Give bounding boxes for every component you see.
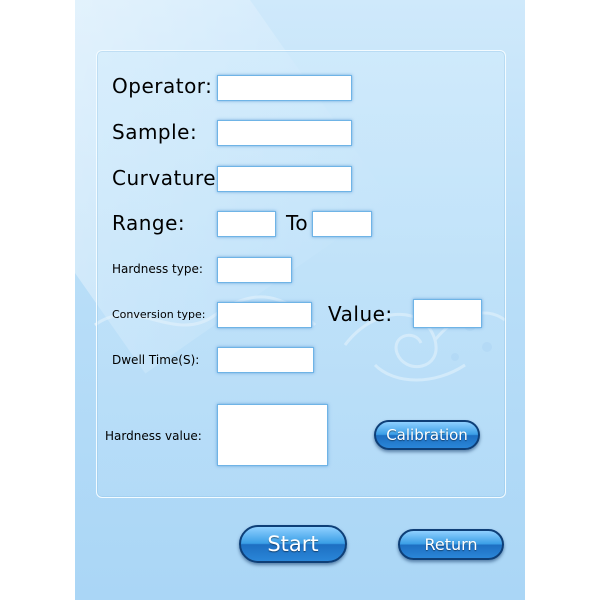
value-field[interactable] <box>413 299 482 328</box>
calibration-button[interactable]: Calibration <box>374 420 480 450</box>
hardness-type-label: Hardness type: <box>112 262 203 276</box>
operator-field[interactable] <box>217 75 352 101</box>
operator-label: Operator: <box>112 74 213 98</box>
curvature-label: Curvature: <box>112 166 224 190</box>
start-button[interactable]: Start <box>239 525 347 563</box>
dwell-time-field[interactable] <box>217 347 314 373</box>
return-button[interactable]: Return <box>398 529 504 560</box>
value-label: Value: <box>328 302 393 326</box>
sample-field[interactable] <box>217 120 352 146</box>
conversion-type-label: Conversion type: <box>112 308 206 321</box>
hardness-type-field[interactable] <box>217 257 292 283</box>
dwell-time-label: Dwell Time(S): <box>112 353 200 367</box>
range-to-field[interactable] <box>312 211 372 237</box>
hardness-value-field[interactable] <box>217 404 328 466</box>
conversion-type-field[interactable] <box>217 302 312 328</box>
range-to-label: To <box>286 211 309 235</box>
hardness-value-label: Hardness value: <box>105 429 202 443</box>
range-from-field[interactable] <box>217 211 276 237</box>
sample-label: Sample: <box>112 120 198 144</box>
range-label: Range: <box>112 211 186 235</box>
curvature-field[interactable] <box>217 166 352 192</box>
